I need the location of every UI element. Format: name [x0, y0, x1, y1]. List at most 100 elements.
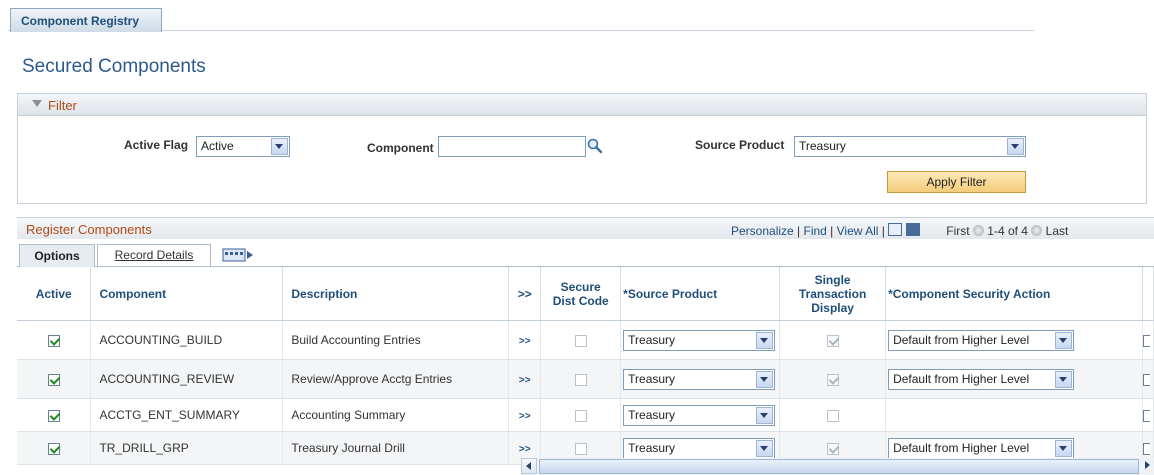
zoom-grid-icon[interactable] — [888, 223, 903, 236]
secure-dist-code-checkbox[interactable] — [574, 442, 587, 455]
component-cell: TR_DRILL_GRP — [90, 431, 284, 465]
grid-navigation: Personalize | Find | View All | First 1-… — [731, 223, 1069, 238]
single-transaction-cell — [779, 359, 887, 399]
overflow-checkbox[interactable] — [1142, 334, 1150, 347]
dropdown-arrow-icon[interactable] — [1055, 370, 1073, 388]
single-transaction-checkbox — [826, 442, 839, 455]
source-product-label: Source Product — [695, 138, 785, 152]
expand-cell: >> — [508, 398, 542, 432]
row-range: 1-4 of 4 — [987, 224, 1028, 238]
previous-arrow-icon[interactable] — [972, 225, 984, 236]
source-product-row-value: Treasury — [628, 371, 676, 386]
single-transaction-cell — [779, 398, 887, 432]
secure-dist-code-checkbox[interactable] — [574, 409, 587, 422]
active-flag-value: Active — [201, 139, 234, 153]
source-product-cell: Treasury — [620, 398, 781, 432]
single-transaction-checkbox — [826, 334, 839, 347]
tab-component-registry[interactable]: Component Registry — [10, 8, 162, 32]
source-product-row-value: Treasury — [628, 440, 676, 455]
active-checkbox[interactable] — [47, 373, 60, 386]
description-cell: Build Accounting Entries — [282, 320, 510, 360]
source-product-row-value: Treasury — [628, 332, 676, 347]
security-action-cell: Default from Higher Level — [885, 359, 1143, 399]
row-expand-link[interactable]: >> — [519, 411, 531, 422]
tab-options[interactable]: Options — [19, 244, 95, 267]
component-cell: ACCTG_ENT_SUMMARY — [90, 398, 284, 432]
secure-dist-code-checkbox[interactable] — [574, 373, 587, 386]
next-arrow-icon[interactable] — [1031, 225, 1043, 236]
source-product-select[interactable]: Treasury — [794, 136, 1026, 157]
overflow-checkbox[interactable] — [1142, 373, 1150, 386]
personalize-link[interactable]: Personalize — [731, 224, 794, 238]
source-product-row-select[interactable]: Treasury — [623, 437, 776, 459]
row-expand-link[interactable]: >> — [519, 336, 531, 347]
description-cell: Accounting Summary — [282, 398, 510, 432]
active-cell — [17, 398, 92, 432]
security-action-select[interactable]: Default from Higher Level — [888, 329, 1075, 351]
scroll-left-icon[interactable] — [521, 458, 537, 474]
dropdown-arrow-icon[interactable] — [756, 370, 774, 388]
dropdown-arrow-icon[interactable] — [1055, 331, 1073, 349]
description-cell: Treasury Journal Drill — [282, 431, 510, 465]
active-cell — [17, 320, 92, 360]
security-action-select[interactable]: Default from Higher Level — [888, 368, 1075, 390]
active-checkbox[interactable] — [47, 442, 60, 455]
view-all-link[interactable]: View All — [837, 224, 879, 238]
grid-title: Register Components — [26, 222, 152, 237]
filter-title[interactable]: Filter — [48, 98, 77, 113]
dropdown-arrow-icon[interactable] — [1007, 138, 1024, 155]
security-action-select[interactable]: Default from Higher Level — [888, 437, 1075, 459]
page-title: Secured Components — [22, 56, 206, 77]
security-action-cell — [885, 398, 1143, 432]
row-expand-link[interactable]: >> — [519, 375, 531, 386]
register-components-grid: Active Component Description >> Secure Di… — [17, 267, 1154, 465]
dropdown-arrow-icon[interactable] — [271, 138, 288, 155]
source-product-row-value: Treasury — [628, 407, 676, 422]
dropdown-arrow-icon[interactable] — [756, 439, 774, 457]
col-single-transaction: Single Transaction Display — [779, 267, 887, 321]
find-link[interactable]: Find — [804, 224, 827, 238]
col-source-product: *Source Product — [620, 267, 781, 321]
overflow-cell — [1142, 398, 1154, 432]
source-product-row-select[interactable]: Treasury — [623, 368, 776, 390]
show-all-columns-icon[interactable] — [222, 247, 255, 264]
dropdown-arrow-icon[interactable] — [756, 406, 774, 424]
component-cell: ACCOUNTING_REVIEW — [90, 359, 284, 399]
active-checkbox[interactable] — [47, 409, 60, 422]
component-cell: ACCOUNTING_BUILD — [90, 320, 284, 360]
active-cell — [17, 359, 92, 399]
apply-filter-button[interactable]: Apply Filter — [887, 171, 1026, 193]
secure-dist-code-cell — [540, 398, 622, 432]
last-link[interactable]: Last — [1046, 224, 1069, 238]
security-action-value: Default from Higher Level — [893, 440, 1030, 455]
component-label: Component — [367, 141, 434, 155]
secure-dist-code-checkbox[interactable] — [574, 334, 587, 347]
filter-header[interactable] — [18, 94, 1146, 116]
col-active: Active — [17, 267, 92, 321]
source-product-row-select[interactable]: Treasury — [623, 404, 776, 426]
row-expand-link[interactable]: >> — [519, 444, 531, 455]
source-product-row-select[interactable]: Treasury — [623, 329, 776, 351]
tab-record-details[interactable]: Record Details — [97, 244, 211, 266]
single-transaction-cell — [779, 320, 887, 360]
secure-dist-code-cell — [540, 320, 622, 360]
first-link[interactable]: First — [946, 224, 969, 238]
scrollbar-thumb[interactable] — [539, 459, 1139, 474]
lookup-search-icon[interactable] — [586, 137, 604, 155]
table-row: ACCOUNTING_REVIEW Review/Approve Acctg En… — [17, 359, 1154, 399]
col-expand[interactable]: >> — [508, 267, 542, 321]
active-checkbox[interactable] — [47, 334, 60, 347]
dropdown-arrow-icon[interactable] — [756, 331, 774, 349]
overflow-checkbox[interactable] — [1142, 409, 1150, 422]
scroll-right-icon[interactable] — [1145, 458, 1154, 474]
overflow-checkbox[interactable] — [1142, 442, 1150, 455]
security-action-cell: Default from Higher Level — [885, 320, 1143, 360]
col-component: Component — [90, 267, 284, 321]
download-grid-icon[interactable] — [905, 223, 920, 236]
active-flag-select[interactable]: Active — [196, 136, 290, 157]
active-cell — [17, 431, 92, 465]
component-input[interactable] — [438, 136, 586, 157]
collapse-triangle-icon[interactable] — [32, 100, 42, 107]
dropdown-arrow-icon[interactable] — [1055, 439, 1073, 457]
source-product-value: Treasury — [799, 139, 846, 153]
